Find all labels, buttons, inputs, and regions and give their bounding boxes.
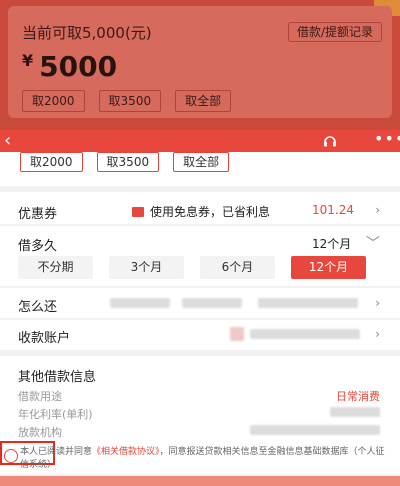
term-options: 不分期 3个月 6个月 12个月 — [18, 256, 366, 279]
headset-icon[interactable] — [322, 133, 338, 149]
term-label: 借多久 — [18, 239, 58, 254]
chip-all[interactable]: 取全部 — [173, 152, 230, 172]
chevron-right-icon: › — [375, 327, 380, 341]
submit-button[interactable] — [0, 476, 400, 486]
info-purpose-value[interactable]: 日常消费 — [336, 388, 380, 404]
currency-symbol: ¥ — [22, 51, 34, 70]
chip-2000[interactable]: 取2000 — [20, 152, 83, 172]
term-option-3[interactable]: 3个月 — [109, 256, 184, 279]
top-chip-2000[interactable]: 取2000 — [22, 90, 85, 112]
chip-3500[interactable]: 取3500 — [96, 152, 160, 172]
redacted-rate — [330, 407, 380, 417]
more-icon[interactable]: ••• — [374, 129, 400, 148]
term-option-12[interactable]: 12个月 — [291, 256, 366, 279]
loan-record-button[interactable]: 借款/提额记录 — [287, 22, 382, 42]
back-icon[interactable]: ‹ — [4, 131, 11, 151]
header-bar: ‹ ••• — [0, 129, 400, 152]
chevron-down-icon[interactable]: ﹀ — [366, 233, 380, 253]
term-option-none[interactable]: 不分期 — [18, 256, 93, 279]
info-rate-label: 年化利率(单利) — [18, 408, 93, 421]
withdraw-card: 当前可取5,000(元) 借款/提额记录 ¥5000 取2000 取3500 取… — [8, 6, 392, 118]
redacted-repay-1 — [110, 298, 170, 308]
account-label: 收款账户 — [18, 331, 71, 346]
top-chip-all[interactable]: 取全部 — [175, 90, 232, 112]
coupon-label: 优惠券 — [18, 207, 58, 222]
bank-icon — [230, 327, 244, 341]
redacted-repay-2 — [182, 298, 242, 308]
redacted-repay-3 — [258, 298, 358, 308]
term-option-6[interactable]: 6个月 — [200, 256, 275, 279]
agreement-link[interactable]: 《相关借款协议》 — [92, 447, 160, 457]
chevron-right-icon: › — [375, 203, 380, 217]
redacted-lender — [250, 425, 380, 435]
repay-label: 怎么还 — [18, 300, 58, 315]
redacted-account — [250, 329, 360, 339]
top-chip-3500[interactable]: 取3500 — [98, 90, 162, 112]
amount-value: 5000 — [39, 50, 118, 83]
term-selected[interactable]: 12个月 — [312, 235, 351, 252]
agreement-text: 本人已阅读并同意《相关借款协议》，同意报送贷款相关信息至金融信息基础数据库（个人… — [20, 446, 392, 472]
other-info-title: 其他借款信息 — [18, 370, 97, 385]
agreement-prefix: 本人已阅读并同意 — [20, 447, 93, 457]
amount-display[interactable]: ¥5000 — [22, 50, 117, 83]
coupon-saved-value: 101.24 — [312, 203, 354, 217]
chevron-right-icon: › — [375, 296, 380, 310]
coupon-text: 使用免息券，已省利息 — [150, 205, 271, 219]
available-amount-title: 当前可取5,000(元) — [22, 24, 152, 42]
top-quick-amounts: 取2000 取3500 取全部 — [22, 90, 232, 112]
info-purpose-label: 借款用途 — [18, 390, 62, 403]
quick-amount-row: 取2000 取3500 取全部 — [0, 152, 400, 186]
coupon-icon — [132, 207, 144, 217]
withdraw-panel: 当前可取5,000(元) 借款/提额记录 ¥5000 取2000 取3500 取… — [0, 0, 400, 130]
